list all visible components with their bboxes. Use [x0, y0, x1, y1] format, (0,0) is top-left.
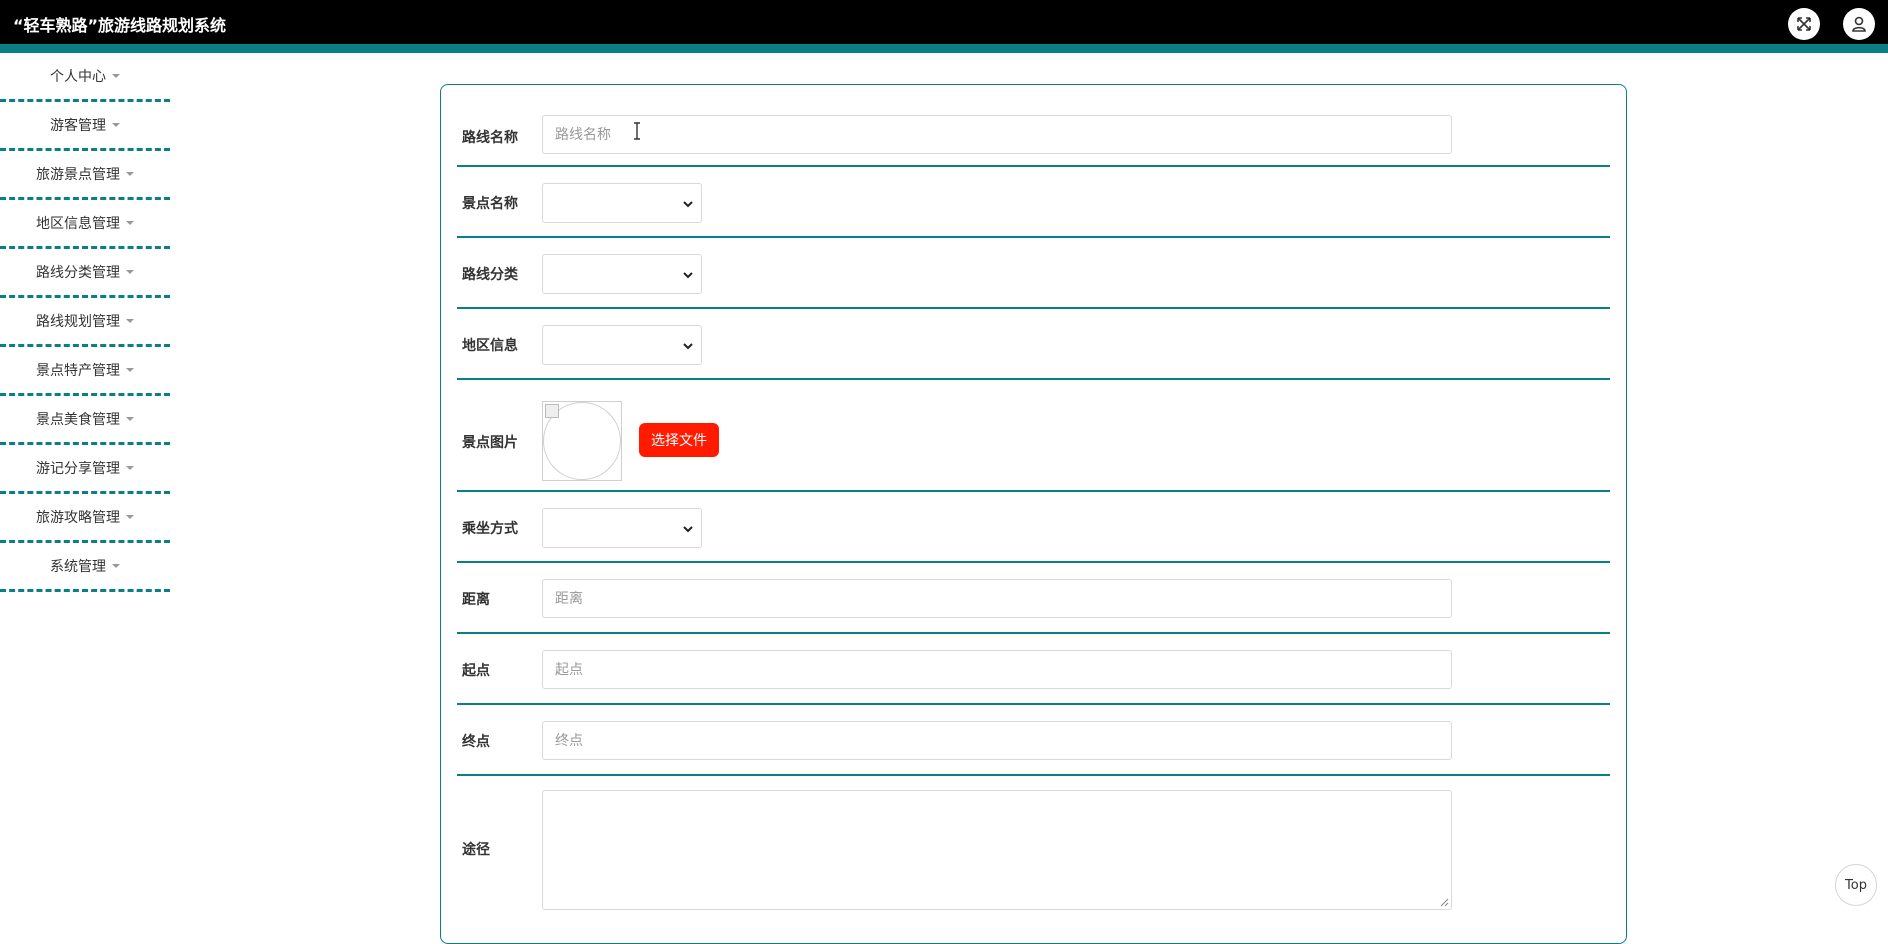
sidebar-item-travelogue-management[interactable]: 游记分享管理: [0, 445, 170, 494]
text-cursor-icon: [634, 122, 640, 140]
caret-down-icon: [126, 172, 134, 176]
route-form-card: 路线名称 景点名称 路线分类 地区信息 景点图片 选择文件 乘坐方式: [440, 84, 1627, 944]
sidebar-item-label: 游客管理: [50, 118, 106, 134]
fullscreen-icon: [1797, 17, 1811, 31]
sidebar-item-label: 个人中心: [50, 69, 106, 85]
distance-input[interactable]: [542, 579, 1452, 618]
caret-down-icon: [126, 270, 134, 274]
sidebar-item-label: 旅游攻略管理: [36, 510, 120, 526]
route-category-select[interactable]: [542, 254, 702, 294]
sidebar-item-label: 路线分类管理: [36, 265, 120, 281]
chevron-down-icon: [683, 272, 693, 279]
start-label: 起点: [462, 663, 490, 679]
top-header: “轻车熟路”旅游线路规划系统: [0, 0, 1888, 44]
caret-down-icon: [126, 221, 134, 225]
sidebar-item-label: 系统管理: [50, 559, 106, 575]
scenic-image-label: 景点图片: [462, 435, 518, 451]
caret-down-icon: [126, 319, 134, 323]
sidebar-item-travel-guide-management[interactable]: 旅游攻略管理: [0, 494, 170, 543]
end-label: 终点: [462, 734, 490, 750]
fullscreen-button[interactable]: [1788, 8, 1820, 40]
caret-down-icon: [126, 466, 134, 470]
sidebar-item-route-planning-management[interactable]: 路线规划管理: [0, 298, 170, 347]
sidebar-item-specialty-management[interactable]: 景点特产管理: [0, 347, 170, 396]
sidebar-item-route-category-management[interactable]: 路线分类管理: [0, 249, 170, 298]
form-row-scenic-image: 景点图片 选择文件: [457, 380, 1610, 492]
route-name-input[interactable]: [542, 115, 1452, 154]
caret-down-icon: [126, 515, 134, 519]
end-input[interactable]: [542, 721, 1452, 760]
form-row-end: 终点: [457, 705, 1610, 776]
sidebar-item-scenic-spot-management[interactable]: 旅游景点管理: [0, 151, 170, 200]
chevron-down-icon: [683, 201, 693, 208]
form-row-route-category: 路线分类: [457, 238, 1610, 309]
sidebar-item-label: 景点美食管理: [36, 412, 120, 428]
sidebar-item-label: 路线规划管理: [36, 314, 120, 330]
sidebar-item-food-management[interactable]: 景点美食管理: [0, 396, 170, 445]
broken-image-icon: [545, 404, 559, 418]
route-name-label: 路线名称: [462, 130, 518, 146]
form-row-route-name: 路线名称: [457, 85, 1610, 167]
form-row-region-info: 地区信息: [457, 309, 1610, 380]
sidebar-item-label: 景点特产管理: [36, 363, 120, 379]
scenic-name-select[interactable]: [542, 183, 702, 223]
sidebar-item-label: 旅游景点管理: [36, 167, 120, 183]
caret-down-icon: [126, 417, 134, 421]
transport-select[interactable]: [542, 508, 702, 548]
chevron-down-icon: [683, 526, 693, 533]
sidebar-item-label: 游记分享管理: [36, 461, 120, 477]
transport-label: 乘坐方式: [462, 521, 518, 537]
user-button[interactable]: [1843, 8, 1875, 40]
caret-down-icon: [112, 74, 120, 78]
choose-file-button[interactable]: 选择文件: [639, 423, 719, 457]
distance-label: 距离: [462, 592, 490, 608]
chevron-down-icon: [683, 343, 693, 350]
form-row-path: 途径: [457, 776, 1610, 916]
start-input[interactable]: [542, 650, 1452, 689]
sidebar-item-personal-center[interactable]: 个人中心: [0, 53, 170, 102]
app-title: “轻车熟路”旅游线路规划系统: [13, 16, 227, 35]
sidebar-item-region-info-management[interactable]: 地区信息管理: [0, 200, 170, 249]
path-label: 途径: [462, 842, 490, 858]
caret-down-icon: [126, 368, 134, 372]
resize-grip-icon: [1440, 898, 1449, 907]
form-row-start: 起点: [457, 634, 1610, 705]
user-icon: [1852, 16, 1866, 32]
sidebar-item-label: 地区信息管理: [36, 216, 120, 232]
region-info-label: 地区信息: [462, 338, 518, 354]
caret-down-icon: [112, 123, 120, 127]
path-textarea[interactable]: [542, 790, 1452, 910]
region-info-select[interactable]: [542, 325, 702, 365]
image-preview: [542, 401, 622, 481]
sidebar-item-visitor-management[interactable]: 游客管理: [0, 102, 170, 151]
back-to-top-button[interactable]: Top: [1835, 864, 1877, 906]
form-row-transport: 乘坐方式: [457, 492, 1610, 563]
form-row-scenic-name: 景点名称: [457, 167, 1610, 238]
caret-down-icon: [112, 564, 120, 568]
sidebar-item-system-management[interactable]: 系统管理: [0, 543, 170, 592]
scenic-name-label: 景点名称: [462, 196, 518, 212]
header-accent-strip: [0, 44, 1888, 53]
sidebar-nav: 个人中心 游客管理 旅游景点管理 地区信息管理 路线分类管理 路线规划管理 景点…: [0, 53, 170, 592]
route-category-label: 路线分类: [462, 267, 518, 283]
form-row-distance: 距离: [457, 563, 1610, 634]
